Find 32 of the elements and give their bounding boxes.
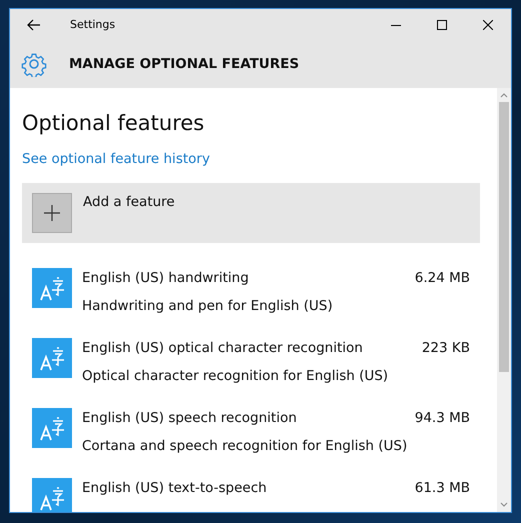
scrollbar-thumb[interactable]	[499, 102, 509, 372]
feature-size: 94.3 MB	[414, 410, 470, 426]
window-title: Settings	[70, 18, 116, 31]
language-icon	[32, 268, 72, 308]
feature-description: Cortana and speech recognition for English (US)	[82, 438, 408, 454]
feature-name: English (US) text-to-speech	[82, 480, 267, 496]
feature-item[interactable]: English (US) speech recognition 94.3 MB Cortana and speech recognition for English (US)	[32, 408, 470, 453]
feature-name: English (US) speech recognition	[82, 410, 297, 426]
feature-size: 61.3 MB	[414, 480, 470, 496]
feature-item[interactable]: English (US) optical character recognition 223 KB Optical character recognition for English (US)	[32, 338, 470, 383]
scrollbar[interactable]	[497, 88, 511, 512]
back-arrow-icon	[27, 18, 41, 30]
page-header-title: MANAGE OPTIONAL FEATURES	[69, 56, 300, 72]
language-icon	[32, 408, 72, 448]
feature-item[interactable]: English (US) handwriting 6.24 MB Handwriting and pen for English (US)	[32, 268, 470, 313]
close-icon	[483, 20, 493, 30]
feature-size: 6.24 MB	[414, 270, 470, 286]
plus-icon	[32, 193, 72, 233]
scroll-down-icon	[500, 502, 508, 508]
gear-icon	[21, 51, 47, 77]
maximize-icon	[437, 20, 447, 30]
feature-name: English (US) handwriting	[82, 270, 249, 286]
feature-name: English (US) optical character recognition	[82, 340, 363, 356]
history-link[interactable]: See optional feature history	[22, 151, 210, 167]
page-heading: Optional features	[22, 111, 206, 135]
feature-description: Optical character recognition for English (US)	[82, 368, 390, 384]
feature-item[interactable]: English (US) text-to-speech 61.3 MB	[32, 478, 470, 512]
feature-description: Handwriting and pen for English (US)	[82, 298, 334, 314]
feature-size: 223 KB	[422, 340, 470, 356]
scroll-up-icon	[500, 92, 508, 98]
language-icon	[32, 338, 72, 378]
add-feature-button[interactable]: Add a feature	[22, 183, 480, 243]
